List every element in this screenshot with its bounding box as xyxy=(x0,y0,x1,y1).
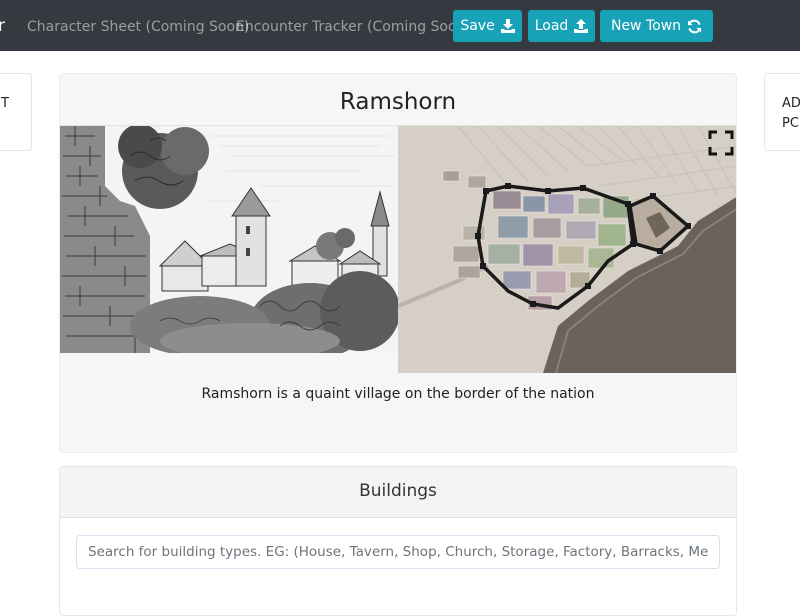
sketch-illustration xyxy=(60,126,398,353)
left-side-card-text: T xyxy=(1,96,9,111)
buildings-card: Buildings xyxy=(59,466,737,616)
right-side-card-line2: PC xyxy=(782,116,799,131)
save-button-label: Save xyxy=(460,18,495,34)
fullscreen-icon[interactable] xyxy=(708,130,734,160)
load-button-label: Load xyxy=(534,18,569,34)
load-button[interactable]: Load xyxy=(528,10,595,42)
right-side-card: AD PC xyxy=(764,73,800,151)
town-name: Ramshorn xyxy=(60,74,736,126)
download-icon xyxy=(500,19,515,33)
new-town-button[interactable]: New Town xyxy=(600,10,713,42)
new-town-button-label: New Town xyxy=(610,18,682,34)
left-side-card: T xyxy=(0,73,32,151)
town-card: Ramshorn Ramshorn is a quaint village on… xyxy=(59,73,737,453)
building-search-input[interactable] xyxy=(76,535,720,569)
upload-icon xyxy=(574,19,589,33)
right-side-card-line1: AD xyxy=(782,96,800,111)
town-map xyxy=(398,126,736,373)
navbar-brand[interactable]: r xyxy=(0,16,5,36)
town-description: Ramshorn is a quaint village on the bord… xyxy=(201,386,595,402)
buildings-title: Buildings xyxy=(60,467,736,518)
refresh-icon xyxy=(687,19,702,34)
nav-link-encounter-tracker[interactable]: Encounter Tracker (Coming Soon) xyxy=(236,19,471,35)
top-navbar: r Character Sheet (Coming Soon) Encounte… xyxy=(0,0,800,51)
nav-link-character-sheet[interactable]: Character Sheet (Coming Soon) xyxy=(27,19,249,35)
save-button[interactable]: Save xyxy=(453,10,522,42)
